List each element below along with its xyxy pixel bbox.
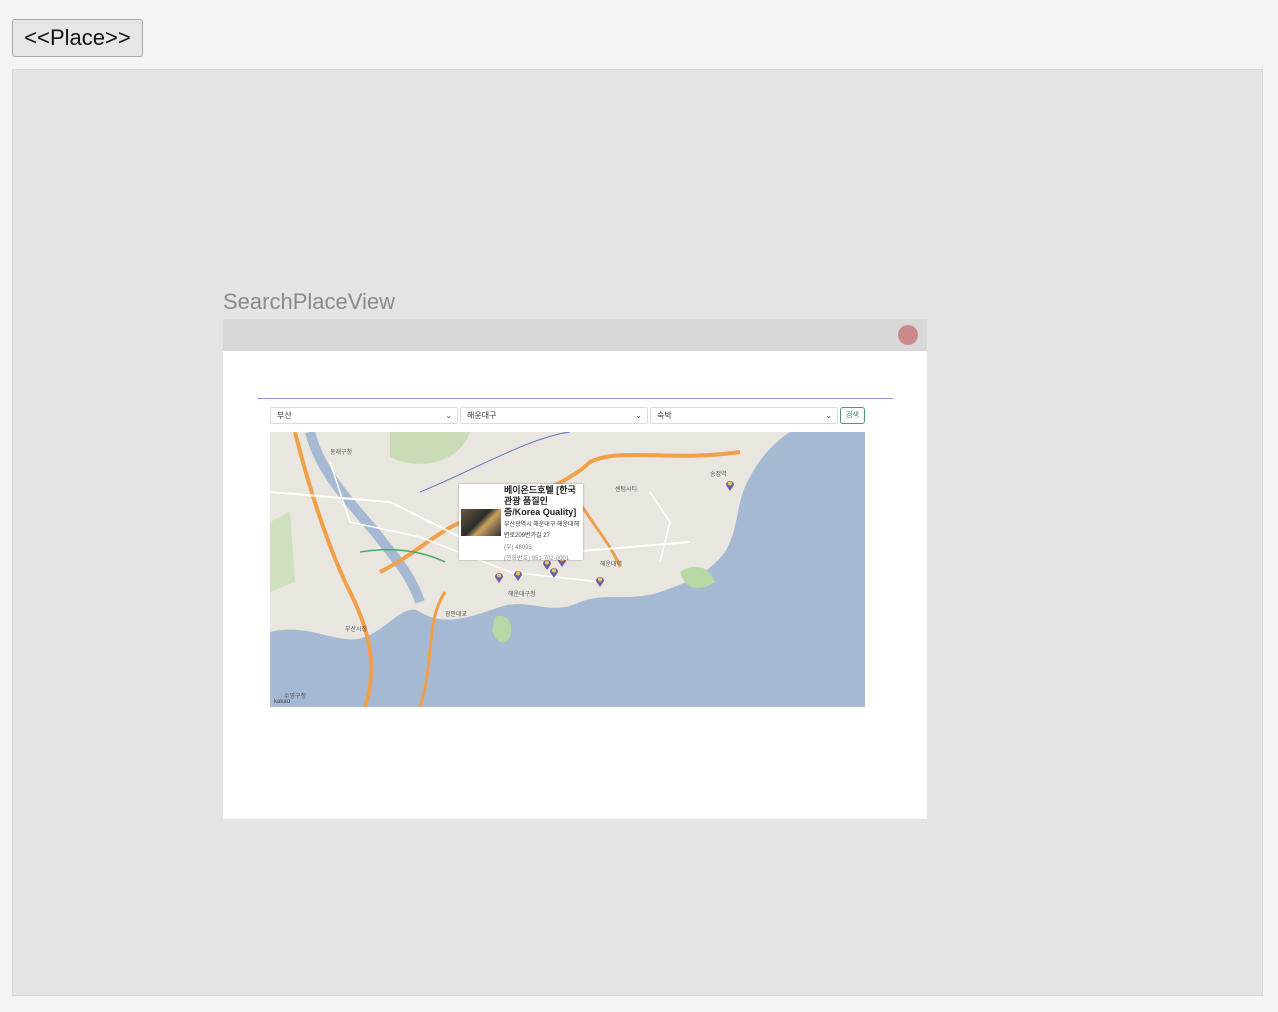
- place-thumbnail: [461, 509, 501, 536]
- place-zip: (우) 48093: [504, 545, 532, 551]
- place-address: 부산광역시 해운대구 해운대해변로209번가길 27: [504, 522, 580, 539]
- hotel-marker-icon[interactable]: [513, 569, 523, 581]
- place-phone: (전화번호) 051-702-0001: [504, 556, 570, 562]
- map-canvas: [270, 432, 865, 707]
- map-label: 해운대역: [600, 562, 623, 568]
- map-label: 해운대구청: [508, 592, 536, 598]
- map-attribution: kakao: [274, 699, 291, 705]
- chevron-down-icon: ⌄: [635, 411, 642, 420]
- district-select[interactable]: 해운대구 ⌄: [460, 407, 648, 424]
- region-select-value: 부산: [277, 411, 292, 420]
- hotel-marker-icon[interactable]: [595, 575, 605, 587]
- map-label: 송정역: [710, 472, 727, 478]
- window-titlebar: [223, 319, 927, 351]
- place-info-popup: 베이온드호텔 [한국관광 품질인증/Korea Quality] 부산광역시 해…: [459, 484, 583, 562]
- hotel-marker-icon[interactable]: [549, 566, 559, 578]
- search-place-window: 부산 ⌄ 해운대구 ⌄ 숙박 ⌄ 검색 동래구청 부산시청 해운대구청 수영구청…: [223, 319, 927, 819]
- hotel-marker-icon[interactable]: [725, 479, 735, 491]
- region-select[interactable]: 부산 ⌄: [270, 407, 458, 424]
- place-name: 베이온드호텔 [한국관광 품질인증/Korea Quality]: [504, 485, 577, 517]
- close-icon[interactable]: [898, 325, 918, 345]
- chevron-down-icon: ⌄: [445, 411, 452, 420]
- divider: [257, 398, 893, 399]
- category-select[interactable]: 숙박 ⌄: [650, 407, 838, 424]
- category-select-value: 숙박: [657, 411, 672, 420]
- search-button[interactable]: 검색: [840, 407, 865, 424]
- map-label: 동래구청: [330, 450, 353, 456]
- hotel-marker-icon[interactable]: [494, 571, 504, 583]
- map-view[interactable]: 동래구청 부산시청 해운대구청 수영구청 광안대교 센텀시티 해운대역 송정역 …: [270, 432, 865, 707]
- view-title: SearchPlaceView: [223, 289, 396, 314]
- district-select-value: 해운대구: [467, 411, 497, 420]
- place-button[interactable]: <<Place>>: [12, 19, 143, 57]
- chevron-down-icon: ⌄: [825, 411, 832, 420]
- map-label: 센텀시티: [615, 487, 638, 493]
- map-label: 부산시청: [345, 627, 368, 633]
- map-label: 광안대교: [445, 612, 468, 618]
